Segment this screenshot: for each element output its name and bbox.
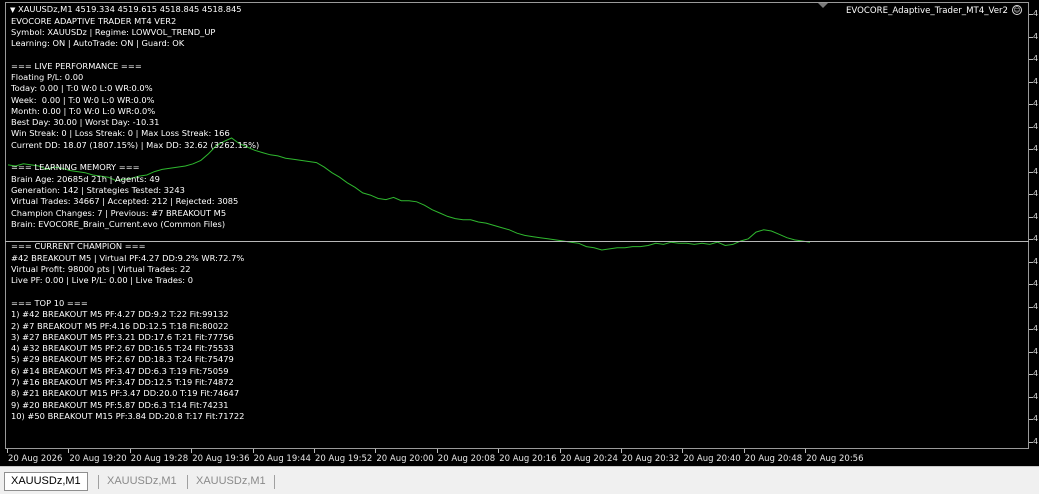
price-tick-label: 4	[1033, 369, 1039, 378]
price-tick-label: 4	[1033, 211, 1039, 221]
price-tick-label: 4	[1033, 414, 1039, 423]
chart-tabs-bar: XAUUSDz,M1 XAUUSDz,M1 XAUUSDz,M1	[0, 466, 1039, 494]
price-tick-label: 4	[1033, 54, 1039, 63]
info-line: Symbol: XAUUSDz | Regime: LOWVOL_TREND_U…	[11, 26, 216, 37]
info-line: EVOCORE ADAPTIVE TRADER MT4 VER2	[11, 15, 177, 26]
tab-separator	[98, 475, 99, 489]
info-line: Today: 0.00 | T:0 W:0 L:0 WR:0.0%	[11, 83, 153, 94]
info-line: 3) #27 BREAKOUT M5 PF:3.21 DD:17.6 T:21 …	[11, 331, 234, 342]
time-tick	[498, 449, 500, 453]
time-tick-label: 20 Aug 19:20	[69, 454, 127, 464]
price-tick-label: 4	[1033, 436, 1039, 446]
time-tick	[743, 449, 745, 453]
info-line: Month: 0.00 | T:0 W:0 L:0 WR:0.0%	[11, 105, 156, 116]
price-tick-label: 4	[1033, 166, 1039, 176]
time-tick	[252, 449, 254, 453]
price-tick-label: 4	[1033, 99, 1039, 108]
info-line: Learning: ON | AutoTrade: ON | Guard: OK	[11, 38, 185, 49]
price-tick-label: 4	[1033, 144, 1039, 153]
info-line: Win Streak: 0 | Loss Streak: 0 | Max Los…	[11, 128, 230, 139]
time-tick-label: 20 Aug 20:56	[806, 454, 864, 464]
info-line: #42 BREAKOUT M5 | Virtual PF:4.27 DD:9.2…	[11, 252, 245, 263]
time-tick	[621, 449, 622, 453]
time-tick-label: 20 Aug 20:48	[744, 454, 803, 464]
collapse-arrow-icon[interactable]: ▼	[10, 6, 15, 14]
info-line: Generation: 142 | Strategies Tested: 324…	[11, 184, 185, 195]
price-tick-label: 4	[1033, 9, 1039, 18]
price-tick-label: 4	[1033, 391, 1039, 401]
price-tick-label: 4	[1033, 279, 1039, 288]
info-line: Floating P/L: 0.00	[11, 71, 84, 82]
info-line: 5) #29 BREAKOUT M5 PF:2.67 DD:18.3 T:24 …	[11, 354, 234, 365]
info-line: Current DD: 18.07 (1807.15%) | Max DD: 3…	[11, 139, 260, 150]
info-line: 6) #14 BREAKOUT M5 PF:3.47 DD:6.3 T:19 F…	[11, 365, 229, 376]
time-tick-label: 20 Aug 20:24	[560, 454, 618, 464]
info-line: Best Day: 30.00 | Worst Day: -10.31	[11, 117, 160, 128]
info-line: Virtual Profit: 98000 pts | Virtual Trad…	[11, 264, 191, 275]
time-tick-label: 20 Aug 19:28	[130, 454, 189, 464]
tab-chart-1[interactable]: XAUUSDz,M1	[4, 472, 88, 491]
time-tick-label: 20 Aug 20:00	[376, 454, 434, 464]
info-line: === LIVE PERFORMANCE ===	[11, 60, 142, 71]
tab-separator	[187, 475, 188, 489]
info-line: 7) #16 BREAKOUT M5 PF:3.47 DD:12.5 T:19 …	[11, 377, 234, 387]
time-tick	[7, 449, 8, 453]
info-line: Brain Age: 20685d 21h | Agents: 49	[11, 173, 160, 184]
tab-separator	[274, 475, 275, 489]
info-line: Virtual Trades: 34667 | Accepted: 212 | …	[11, 196, 239, 207]
time-tick-label: 20 Aug 20:16	[499, 454, 557, 464]
time-tick	[375, 449, 377, 453]
price-tick-label: 4	[1033, 31, 1039, 41]
info-line: 8) #21 BREAKOUT M15 PF:3.47 DD:20.0 T:19…	[11, 388, 240, 399]
price-tick-label: 4	[1033, 301, 1039, 311]
time-tick	[805, 449, 807, 453]
ea-info-panel: EVOCORE ADAPTIVE TRADER MT4 VER2 Symbol: …	[11, 16, 259, 423]
tab-chart-2[interactable]: XAUUSDz,M1	[101, 473, 183, 490]
info-blank-line	[11, 151, 259, 162]
info-line: 2) #7 BREAKOUT M5 PF:4.16 DD:12.5 T:18 F…	[11, 320, 229, 331]
info-blank-line	[11, 49, 259, 60]
info-line: 4) #32 BREAKOUT M5 PF:2.67 DD:16.5 T:24 …	[11, 343, 234, 354]
info-blank-line	[11, 287, 259, 298]
info-line: Champion Changes: 7 | Previous: #7 BREAK…	[11, 207, 227, 218]
time-tick	[68, 449, 70, 453]
info-line: Brain: EVOCORE_Brain_Current.evo (Common…	[11, 218, 226, 229]
symbol-header-text: XAUUSDz,M1 4519.334 4519.615 4518.845 45…	[18, 4, 242, 14]
price-tick-label: 4	[1033, 346, 1039, 356]
price-tick-label: 4	[1033, 256, 1039, 266]
time-tick-label: 20 Aug 19:44	[253, 454, 311, 464]
info-line: Week: 0.00 | T:0 W:0 L:0 WR:0.0%	[11, 94, 155, 105]
info-line: 9) #20 BREAKOUT M5 PF:5.87 DD:6.3 T:14 F…	[11, 399, 229, 410]
smiley-icon[interactable]: ☺	[1012, 5, 1022, 15]
time-tick-label: 20 Aug 19:52	[315, 454, 373, 464]
chart-shift-marker-icon[interactable]	[818, 3, 828, 8]
info-line: Live PF: 0.00 | Live P/L: 0.00 | Live Tr…	[11, 275, 193, 286]
time-tick	[191, 449, 193, 453]
time-tick	[559, 449, 561, 453]
price-tick-label: 4	[1033, 189, 1039, 198]
time-tick-label: 20 Aug 19:36	[192, 454, 250, 464]
info-line: === CURRENT CHAMPION ===	[11, 241, 146, 252]
time-tick-label: 20 Aug 20:40	[683, 454, 741, 464]
price-tick-label: 4	[1033, 234, 1039, 243]
expert-advisor-name: EVOCORE_Adaptive_Trader_MT4_Ver2	[846, 6, 1008, 16]
price-tick-label: 4	[1033, 76, 1039, 86]
price-tick-label: 4	[1033, 121, 1039, 131]
time-tick	[314, 449, 315, 453]
chart-symbol-header: ▼ XAUUSDz,M1 4519.334 4519.615 4518.845 …	[10, 4, 242, 14]
info-line: 1) #42 BREAKOUT M5 PF:4.27 DD:9.2 T:22 F…	[11, 309, 229, 320]
time-tick-label: 20 Aug 2026	[8, 454, 63, 464]
info-line: 10) #50 BREAKOUT M15 PF:3.84 DD:20.8 T:1…	[11, 410, 245, 421]
time-tick-label: 20 Aug 20:08	[437, 454, 496, 464]
tab-chart-3[interactable]: XAUUSDz,M1	[190, 473, 272, 490]
time-tick	[436, 449, 438, 453]
price-tick-label: 4	[1033, 324, 1039, 333]
info-line: === LEARNING MEMORY ===	[11, 162, 140, 173]
time-tick-label: 20 Aug 20:32	[622, 454, 680, 464]
info-blank-line	[11, 230, 259, 241]
time-tick	[682, 449, 684, 453]
info-line: === TOP 10 ===	[11, 297, 88, 308]
time-tick	[129, 449, 131, 453]
